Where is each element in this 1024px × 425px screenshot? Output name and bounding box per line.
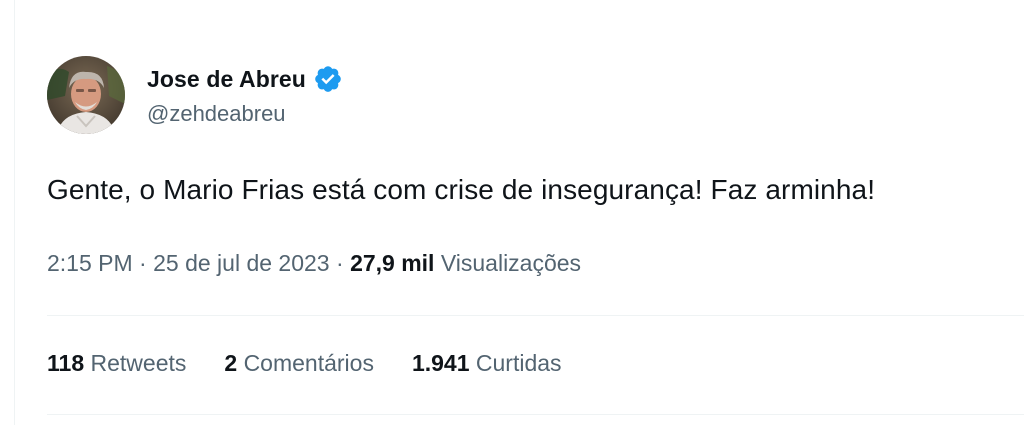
engagement-stats: 118 Retweets 2 Comentários 1.941 Curtida… bbox=[47, 350, 600, 377]
meta-separator: · bbox=[336, 250, 344, 276]
tweet-text: Gente, o Mario Frias está com crise de i… bbox=[47, 174, 876, 205]
comments-count: 2 bbox=[224, 350, 238, 376]
comments-label: Comentários bbox=[243, 350, 374, 376]
avatar[interactable] bbox=[47, 56, 125, 134]
tweet-card: Jose de Abreu @zehdeabreu Gente, o Mario… bbox=[47, 0, 1024, 425]
views-count: 27,9 mil bbox=[350, 250, 435, 276]
display-name[interactable]: Jose de Abreu bbox=[147, 66, 306, 93]
tweet-date[interactable]: 25 de jul de 2023 bbox=[153, 250, 330, 276]
likes-count: 1.941 bbox=[411, 350, 470, 376]
likes-label: Curtidas bbox=[475, 350, 562, 376]
retweets-label: Retweets bbox=[90, 350, 187, 376]
comments-stat[interactable]: 2 Comentários bbox=[224, 350, 374, 377]
name-row: Jose de Abreu bbox=[147, 64, 343, 94]
likes-stat[interactable]: 1.941 Curtidas bbox=[412, 350, 562, 377]
divider-bottom bbox=[47, 414, 1024, 415]
author-handle[interactable]: @zehdeabreu bbox=[147, 101, 343, 127]
divider-top bbox=[47, 315, 1024, 316]
retweets-count: 118 bbox=[47, 350, 85, 376]
retweets-stat[interactable]: 118 Retweets bbox=[47, 350, 186, 377]
verified-badge-icon bbox=[313, 64, 343, 94]
timeline-border bbox=[14, 0, 15, 425]
tweet-header: Jose de Abreu @zehdeabreu bbox=[47, 56, 343, 136]
views-label: Visualizações bbox=[440, 250, 582, 276]
tweet-metadata: 2:15 PM · 25 de jul de 2023 · 27,9 mil V… bbox=[47, 250, 581, 277]
tweet-screenshot: Jose de Abreu @zehdeabreu Gente, o Mario… bbox=[0, 0, 1024, 425]
meta-separator: · bbox=[139, 250, 147, 276]
author-names: Jose de Abreu @zehdeabreu bbox=[147, 64, 343, 127]
tweet-time[interactable]: 2:15 PM bbox=[47, 250, 133, 276]
